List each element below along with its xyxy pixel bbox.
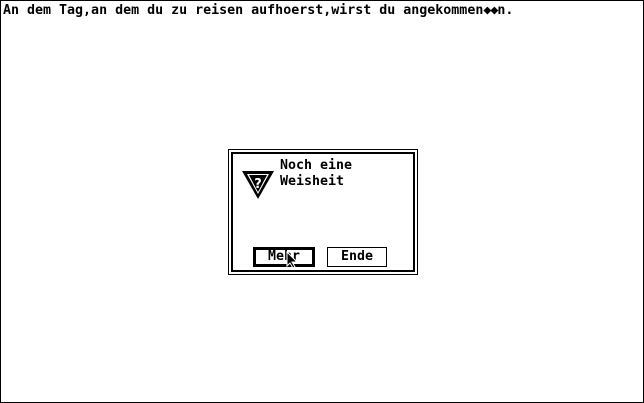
- desktop-screen: An dem Tag,an dem du zu reisen aufhoerst…: [0, 0, 644, 403]
- alert-dialog-body: ? Noch eine Weisheit Mehr Ende: [231, 152, 415, 272]
- ende-button[interactable]: Ende: [327, 247, 387, 267]
- quote-text-end: n.: [497, 3, 514, 18]
- quote-text: An dem Tag,an dem du zu reisen aufhoerst…: [3, 3, 484, 18]
- mehr-button[interactable]: Mehr: [253, 247, 315, 267]
- question-mark-triangle-icon: ?: [242, 171, 274, 199]
- garbled-glyphs: ◆◆: [483, 3, 498, 18]
- quote-text-line: An dem Tag,an dem du zu reisen aufhoerst…: [3, 3, 513, 19]
- alert-message-line-2: Weisheit: [280, 174, 345, 189]
- arrow-pointer-icon: [286, 251, 299, 269]
- svg-text:?: ?: [254, 177, 262, 192]
- alert-message-line-1: Noch eine: [280, 158, 353, 173]
- alert-message: Noch eine Weisheit: [280, 158, 352, 190]
- alert-dialog: ? Noch eine Weisheit Mehr Ende: [228, 149, 418, 275]
